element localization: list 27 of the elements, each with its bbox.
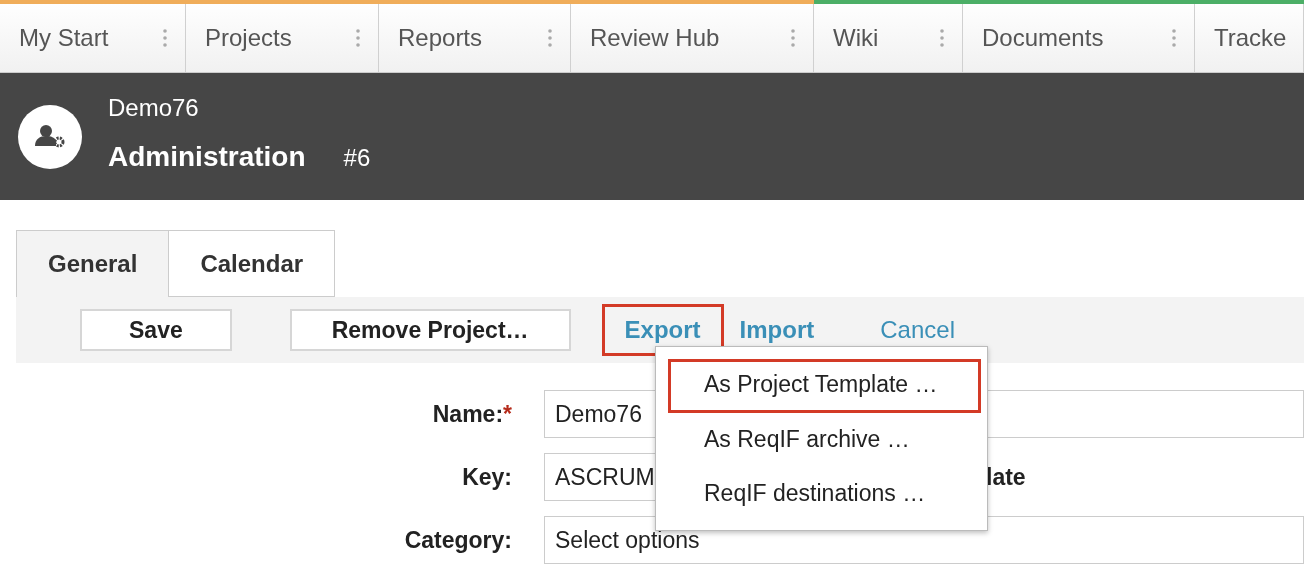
nav-tab[interactable]: Tracke bbox=[1195, 4, 1304, 72]
project-number: #6 bbox=[343, 143, 371, 171]
project-name: Demo76 bbox=[108, 95, 200, 120]
nav-tab[interactable]: Reports bbox=[379, 4, 571, 72]
field-hint: late bbox=[986, 462, 1026, 492]
field-label: Key: bbox=[461, 462, 513, 492]
field-label: Category: bbox=[403, 525, 513, 555]
more-icon[interactable] bbox=[791, 29, 795, 47]
nav-tab[interactable]: Wiki bbox=[814, 4, 963, 72]
more-icon[interactable] bbox=[1172, 29, 1176, 47]
more-icon[interactable] bbox=[163, 29, 167, 47]
more-icon[interactable] bbox=[548, 29, 552, 47]
toolbar-button[interactable]: Save bbox=[80, 309, 232, 351]
menu-item[interactable]: As Project Template … bbox=[668, 359, 981, 413]
field-label: Name:* bbox=[431, 399, 513, 429]
admin-avatar-icon bbox=[18, 104, 82, 169]
more-icon[interactable] bbox=[356, 29, 360, 47]
nav-tab[interactable]: Projects bbox=[186, 4, 379, 72]
nav-tab[interactable]: My Start bbox=[0, 4, 186, 72]
more-icon[interactable] bbox=[940, 29, 944, 47]
nav-tab[interactable]: Review Hub bbox=[571, 4, 814, 72]
tab[interactable]: Calendar bbox=[169, 230, 336, 297]
page-title: Administration bbox=[108, 140, 306, 172]
menu-item[interactable]: As ReqIF archive … bbox=[668, 412, 981, 467]
tab[interactable]: General bbox=[16, 230, 170, 297]
nav-tab[interactable]: Documents bbox=[963, 4, 1195, 72]
toolbar-button[interactable]: Remove Project… bbox=[289, 309, 571, 351]
